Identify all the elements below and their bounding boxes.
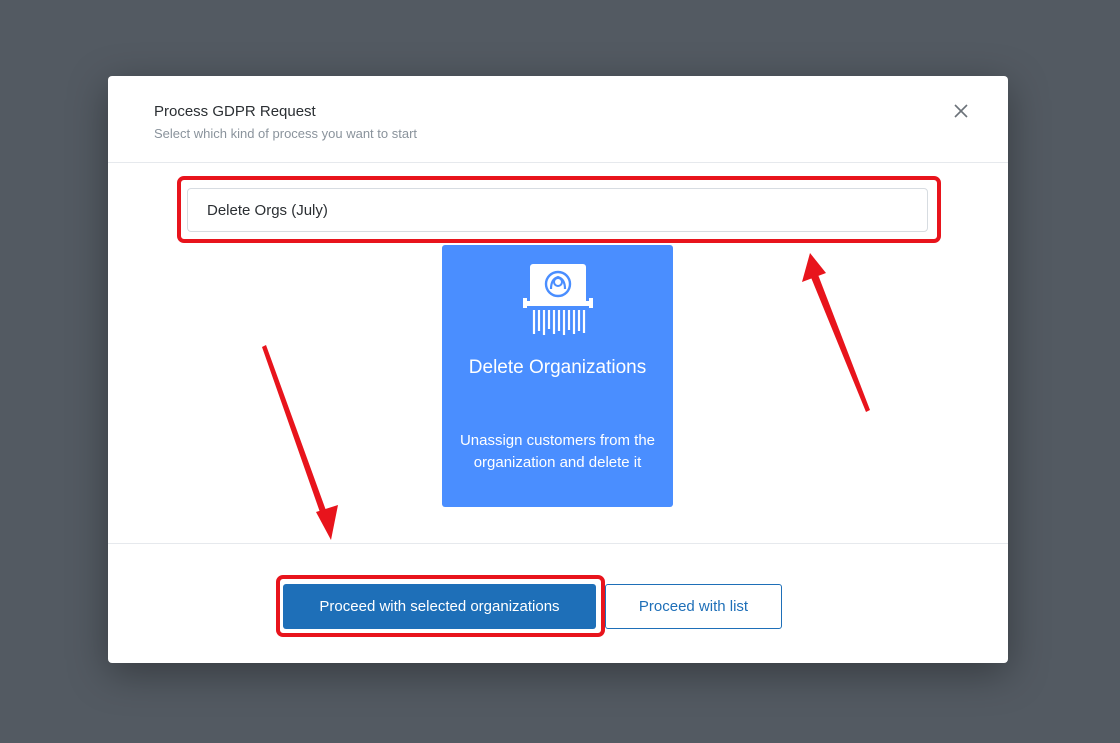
proceed-selected-button[interactable]: Proceed with selected organizations [283, 584, 596, 629]
modal-header: Process GDPR Request Select which kind o… [108, 76, 1008, 163]
footer-divider [108, 543, 1008, 544]
card-title: Delete Organizations [468, 357, 647, 378]
shredder-icon [520, 261, 596, 337]
modal-title: Process GDPR Request [154, 103, 316, 120]
close-icon[interactable] [950, 100, 972, 122]
delete-organizations-card[interactable]: Delete Organizations Unassign customers … [442, 245, 673, 507]
gdpr-modal: Process GDPR Request Select which kind o… [108, 76, 1008, 663]
modal-subtitle: Select which kind of process you want to… [154, 126, 418, 141]
process-name-input[interactable] [187, 188, 928, 232]
proceed-with-list-button[interactable]: Proceed with list [605, 584, 782, 629]
card-description: Unassign customers from the organization… [459, 432, 656, 471]
